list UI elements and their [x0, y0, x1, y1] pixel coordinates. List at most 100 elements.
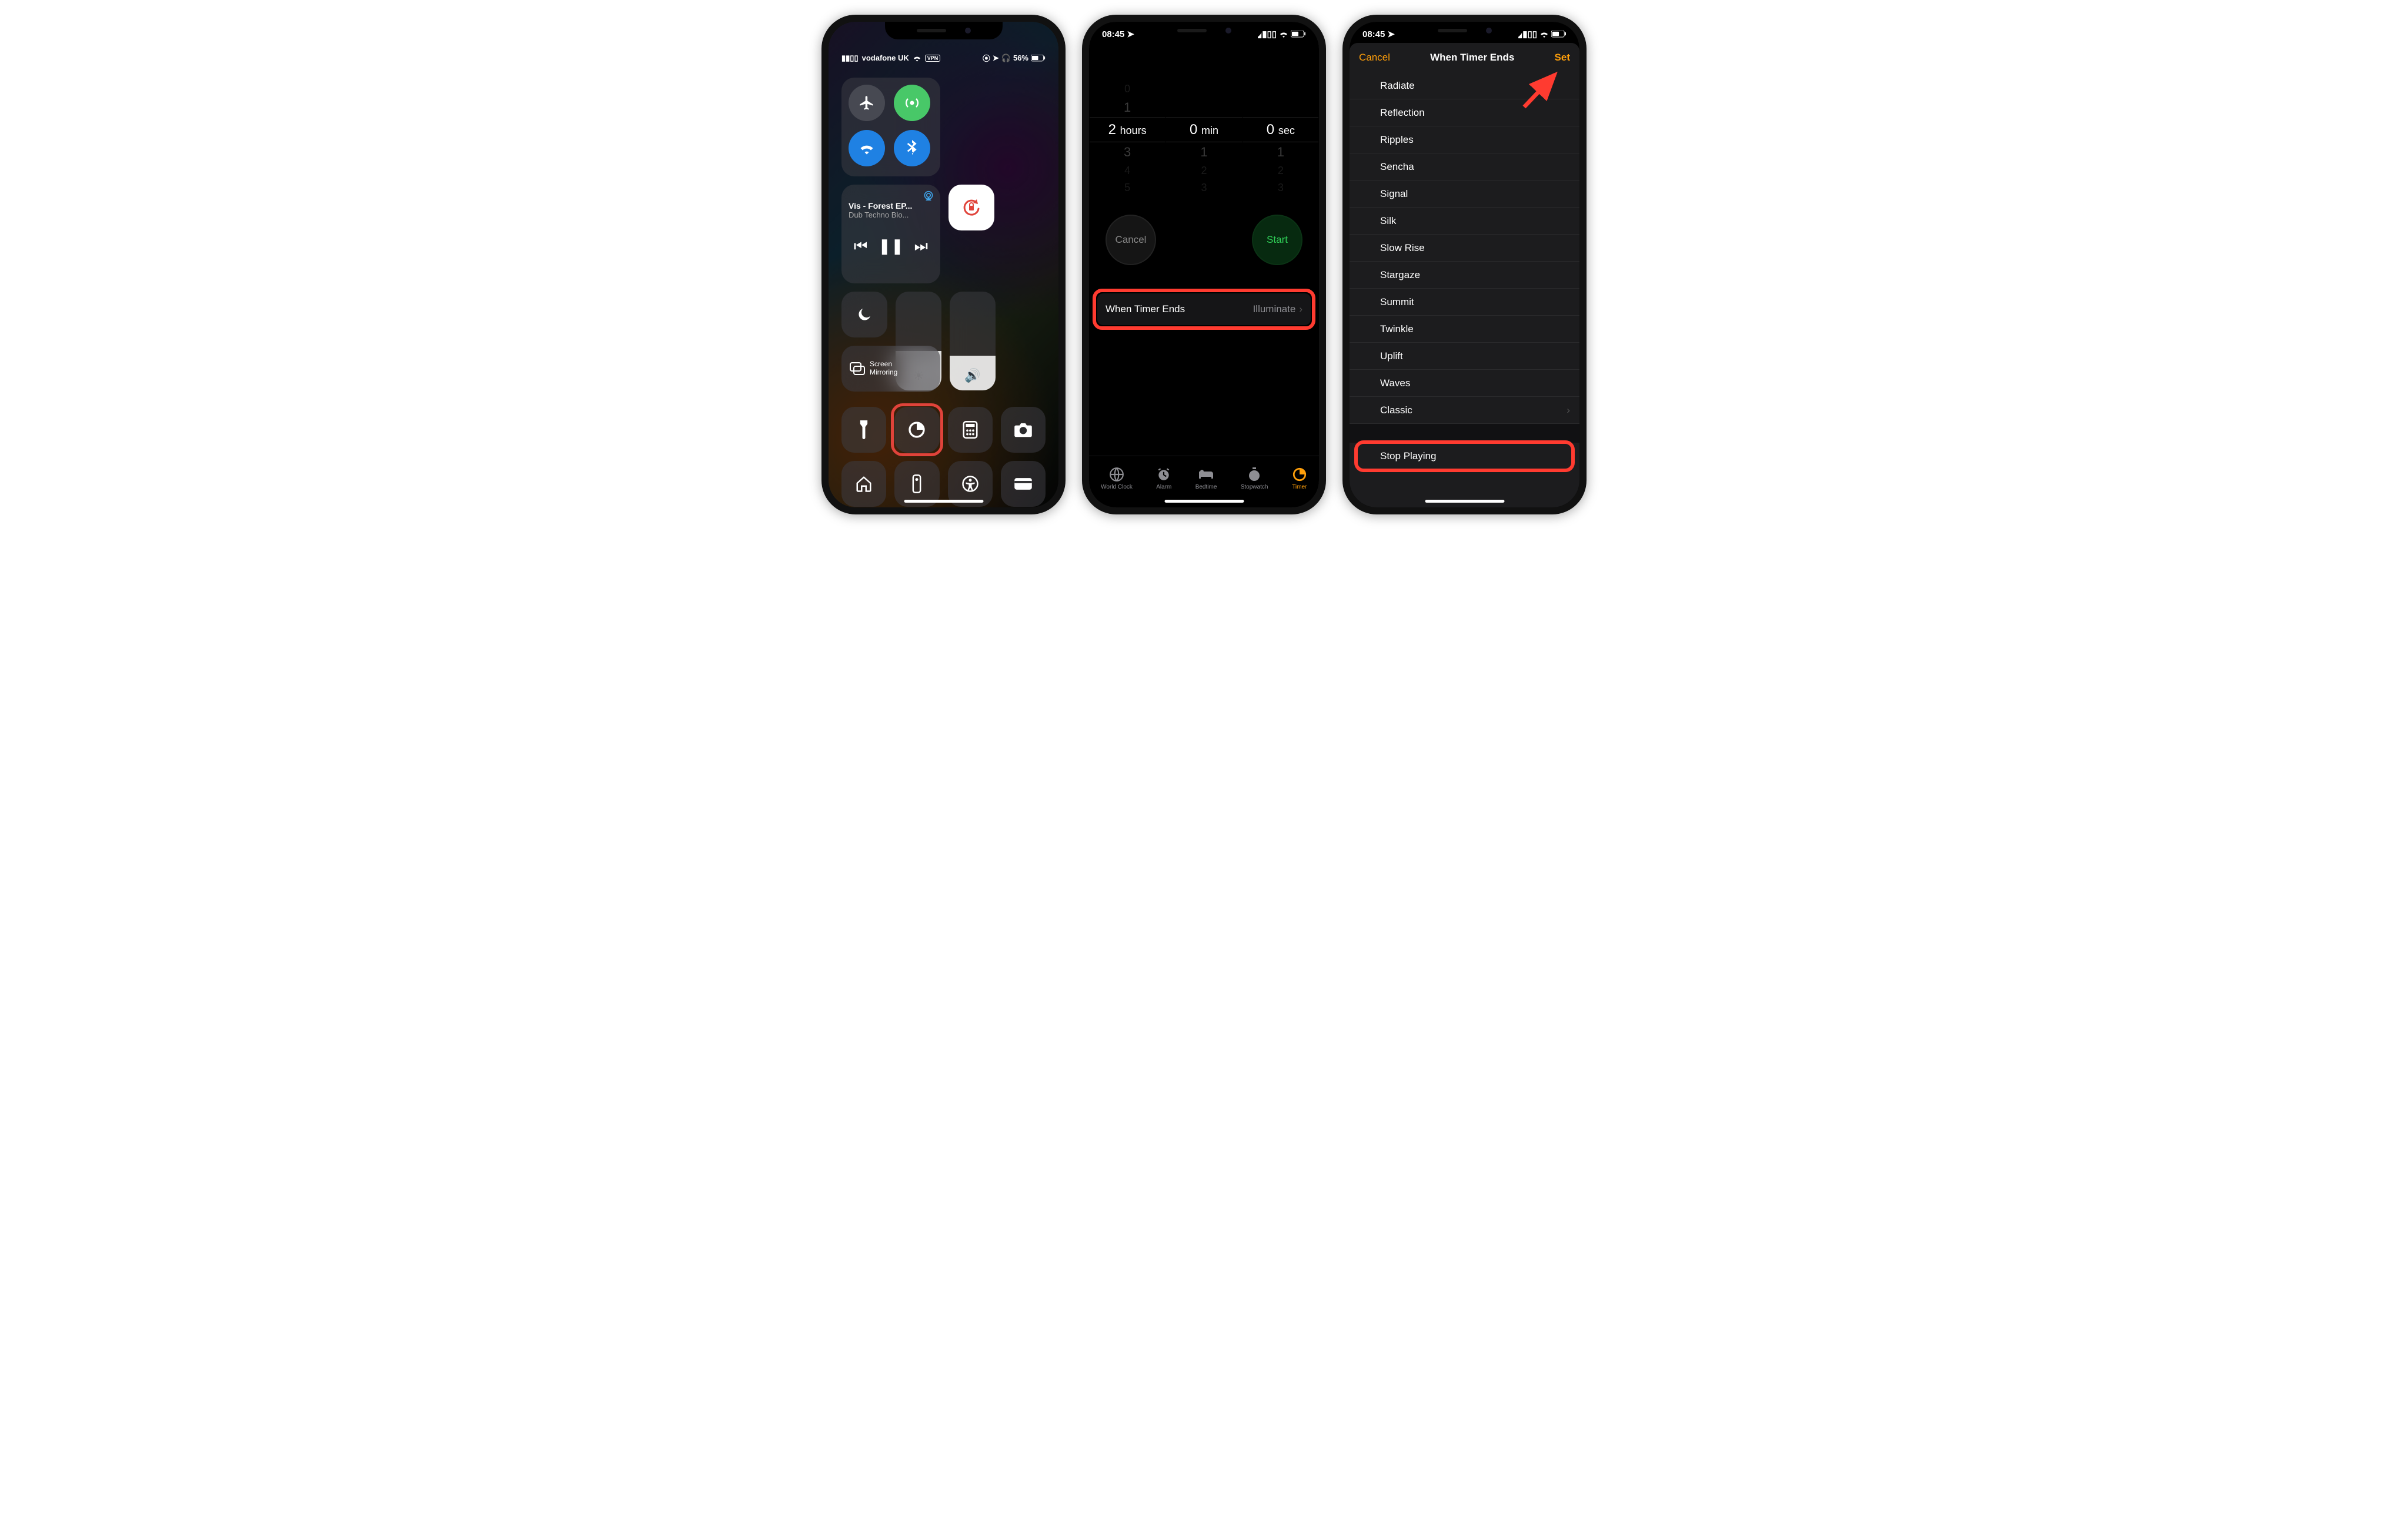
screen-mirroring-icon	[850, 362, 865, 375]
notch	[1145, 22, 1263, 39]
battery-icon	[1291, 31, 1306, 38]
airplane-mode-toggle[interactable]	[849, 85, 885, 121]
do-not-disturb-toggle[interactable]	[841, 292, 887, 337]
cancel-button[interactable]: Cancel	[1359, 52, 1390, 63]
ringtone-item[interactable]: Silk	[1350, 208, 1579, 235]
ringtone-item[interactable]: Reflection	[1350, 99, 1579, 126]
tab-world-clock[interactable]: World Clock	[1101, 467, 1133, 490]
highlight-rect	[1093, 289, 1315, 330]
ringtone-item[interactable]: Uplift	[1350, 343, 1579, 370]
bluetooth-toggle[interactable]	[894, 130, 930, 166]
now-playing-module[interactable]: Vis - Forest EP... Dub Techno Blo... ⏮ ❚…	[841, 185, 940, 283]
battery-icon	[1551, 31, 1567, 38]
vpn-badge: VPN	[925, 55, 941, 62]
status-time: 08:45	[1362, 29, 1385, 39]
tab-bar: World Clock Alarm Bedtime Stopwatch Time…	[1089, 456, 1319, 497]
location-icon: ⦿	[983, 52, 990, 63]
phone-timer-ends-sheet: 08:45 ➤ ▮▮▯▯ Cancel When Timer Ends Set …	[1342, 15, 1587, 514]
screen-mirroring-label: Screen Mirroring	[870, 360, 897, 377]
wallet-icon	[1014, 477, 1033, 491]
cellular-bars-icon: ▮▮▯▯	[841, 54, 859, 63]
carrier-name: vodafone UK	[862, 54, 909, 62]
forward-button[interactable]: ⏭	[914, 237, 928, 256]
calculator-button[interactable]	[948, 407, 993, 453]
cellular-data-toggle[interactable]	[894, 85, 930, 121]
media-subtitle: Dub Techno Blo...	[849, 210, 933, 219]
timer-icon	[1292, 467, 1307, 482]
wallet-button[interactable]	[1001, 461, 1046, 507]
ringtone-item[interactable]: Stargaze	[1350, 262, 1579, 289]
ringtone-item[interactable]: Sencha	[1350, 153, 1579, 180]
remote-icon	[912, 474, 921, 493]
tab-timer[interactable]: Timer	[1292, 467, 1307, 490]
headphones-icon: 🎧	[1001, 54, 1011, 63]
rewind-button[interactable]: ⏮	[854, 237, 867, 256]
phone-control-center: ▮▮▯▯ vodafone UK VPN ⦿ ➤ 🎧 56%	[821, 15, 1066, 514]
status-time: 08:45	[1102, 29, 1124, 39]
navigation-icon: ➤	[993, 54, 999, 63]
ringtone-item[interactable]: Waves	[1350, 370, 1579, 397]
home-icon	[855, 476, 873, 492]
ringtone-item[interactable]: Ripples	[1350, 126, 1579, 153]
sheet-title: When Timer Ends	[1430, 52, 1514, 63]
wifi-icon	[1539, 31, 1549, 38]
hours-column[interactable]: 0 1 2 hours 3 4 5	[1090, 81, 1165, 198]
sheet-navbar: Cancel When Timer Ends Set	[1350, 43, 1579, 72]
set-button[interactable]: Set	[1555, 52, 1570, 63]
wifi-toggle[interactable]	[849, 130, 885, 166]
highlight-rect	[1354, 440, 1575, 472]
ringtone-list[interactable]: Radiate Reflection Ripples Sencha Signal…	[1350, 72, 1579, 507]
connectivity-module	[841, 78, 940, 176]
location-arrow-icon: ➤	[1127, 29, 1134, 39]
battery-icon	[1031, 55, 1046, 62]
location-arrow-icon: ➤	[1387, 29, 1395, 39]
screen-mirroring-button[interactable]: Screen Mirroring	[841, 346, 940, 392]
camera-button[interactable]	[1001, 407, 1046, 453]
ringtone-item[interactable]: Summit	[1350, 289, 1579, 316]
ringtone-item[interactable]: Twinkle	[1350, 316, 1579, 343]
seconds-column[interactable]: 0 sec 1 2 3	[1243, 81, 1318, 198]
flashlight-button[interactable]	[841, 407, 886, 453]
tab-bedtime[interactable]: Bedtime	[1195, 467, 1217, 490]
notch	[1406, 22, 1524, 39]
start-button[interactable]: Start	[1252, 215, 1302, 265]
pause-button[interactable]: ❚❚	[878, 237, 904, 256]
ringtone-item[interactable]: Slow Rise	[1350, 235, 1579, 262]
home-indicator[interactable]	[1425, 500, 1504, 503]
home-button[interactable]	[841, 461, 886, 507]
notch	[885, 22, 1003, 39]
volume-slider[interactable]: 🔊	[950, 292, 996, 390]
wifi-icon	[913, 55, 921, 62]
timer-shortcut-button[interactable]	[894, 407, 939, 453]
ringtone-item[interactable]: Radiate	[1350, 72, 1579, 99]
orientation-lock-toggle[interactable]	[948, 185, 994, 230]
cancel-button[interactable]: Cancel	[1106, 215, 1156, 265]
airplay-icon[interactable]	[923, 190, 934, 201]
ringtone-item[interactable]: Signal	[1350, 180, 1579, 208]
home-indicator[interactable]	[904, 500, 983, 503]
control-center: ▮▮▯▯ vodafone UK VPN ⦿ ➤ 🎧 56%	[829, 22, 1058, 507]
camera-icon	[1014, 422, 1033, 437]
globe-icon	[1109, 467, 1124, 482]
volume-icon: 🔊	[964, 368, 980, 383]
home-indicator[interactable]	[1164, 500, 1244, 503]
bed-icon	[1198, 467, 1214, 482]
tab-stopwatch[interactable]: Stopwatch	[1241, 467, 1268, 490]
moon-icon	[856, 306, 873, 323]
status-bar: ▮▮▯▯ vodafone UK VPN ⦿ ➤ 🎧 56%	[841, 52, 1046, 63]
timer-icon	[907, 420, 926, 439]
sheet-when-timer-ends: Cancel When Timer Ends Set Radiate Refle…	[1350, 43, 1579, 507]
phone-timer: 08:45 ➤ ▮▮▯▯ 0 1 2 hours 3 4 5 0 min 1 2…	[1082, 15, 1326, 514]
flashlight-icon	[857, 420, 870, 439]
alarm-icon	[1156, 467, 1171, 482]
tab-alarm[interactable]: Alarm	[1156, 467, 1171, 490]
calculator-icon	[963, 421, 978, 439]
minutes-column[interactable]: 0 min 1 2 3	[1166, 81, 1242, 198]
accessibility-icon	[961, 475, 979, 493]
stopwatch-icon	[1247, 467, 1262, 482]
battery-percent: 56%	[1013, 54, 1028, 62]
time-picker[interactable]: 0 1 2 hours 3 4 5 0 min 1 2 3 0 sec 1 2 …	[1089, 81, 1319, 198]
classic-row[interactable]: Classic ›	[1350, 397, 1579, 424]
wifi-icon	[1279, 31, 1288, 38]
media-title: Vis - Forest EP...	[849, 201, 933, 210]
